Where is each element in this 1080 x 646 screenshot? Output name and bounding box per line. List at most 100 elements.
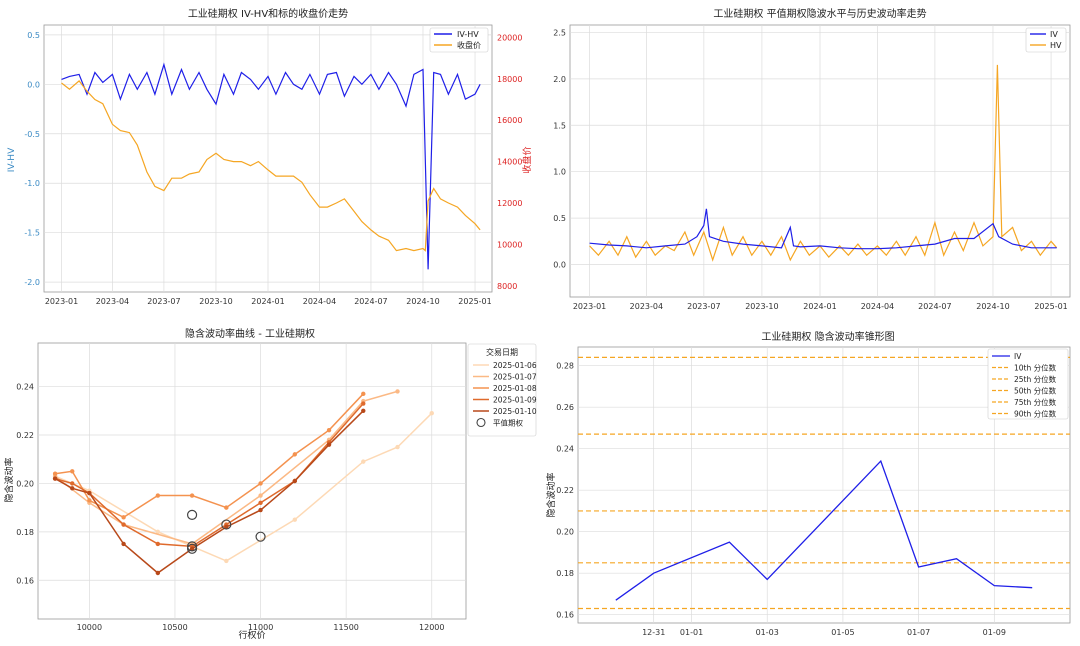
legend-label: 10th 分位数 — [1014, 363, 1057, 373]
legend-label: 50th 分位数 — [1014, 386, 1057, 396]
chart-iv-cone: 工业硅期权 隐含波动率锥形图 12-31 01-01 01-03 01-05 01-07… — [545, 330, 1071, 637]
y-tick-label: 0.20 — [16, 479, 34, 488]
legend-label: 90th 分位数 — [1014, 409, 1057, 419]
legend-label-iv: IV — [1050, 30, 1058, 39]
legend: IV 10th 分位数25th 分位数 50th 分位数75th 分位数 90th 分… — [987, 348, 1069, 420]
smile-point — [258, 507, 263, 513]
smile-point — [292, 452, 297, 457]
legend-label: 平值期权 — [493, 418, 523, 428]
legend-label-hv: HV — [1050, 41, 1062, 50]
legend-label: 75th 分位数 — [1014, 397, 1057, 407]
y-tick-label: -1.0 — [24, 179, 40, 188]
x-tick-label: 12-31 — [642, 628, 665, 637]
legend: IV HV — [1025, 27, 1067, 53]
y2-tick-label: 20000 — [497, 33, 522, 42]
x-tick-label: 2023-10 — [199, 297, 232, 306]
y-tick-label: 0.22 — [16, 431, 34, 440]
x-tick-label: 2024-10 — [406, 297, 439, 306]
smile-point — [155, 541, 161, 547]
smile-point — [121, 515, 126, 520]
grid-group — [38, 343, 466, 619]
x-tick-label: 01-09 — [983, 628, 1006, 637]
y-axis-label: 隐含波动率 — [545, 472, 557, 517]
y-tick-label: 0.0 — [553, 261, 566, 270]
smile-point — [189, 493, 195, 498]
legend-label: 25th 分位数 — [1014, 374, 1057, 384]
x-tick-label: 2023-04 — [96, 297, 129, 306]
x-tick-label: 2024-01 — [803, 302, 836, 311]
y-tick-label: 0.24 — [556, 445, 574, 454]
x-ticks: 12-31 01-01 01-03 01-05 01-07 01-09 — [642, 628, 1006, 637]
y-axis-label: IV-HV — [7, 147, 17, 172]
smile-point — [395, 389, 400, 394]
y2-tick-label: 18000 — [497, 75, 522, 84]
y-ticks: 0.16 0.18 0.20 0.22 0.24 0.26 0.28 — [556, 362, 574, 620]
x-tick-label: 2024-04 — [303, 297, 336, 306]
legend: 交易日期 2025-01-06 2025-01-07 2025-01-08 2025-… — [467, 343, 537, 437]
smile-point — [361, 401, 366, 406]
y-tick-label: 1.0 — [553, 168, 566, 177]
y-tick-label: 0.5 — [553, 214, 566, 223]
series-group — [52, 389, 434, 576]
series-line-price — [61, 80, 481, 252]
x-tick-label: 2023-07 — [687, 302, 720, 311]
smile-point — [326, 427, 332, 433]
y-tick-label: 0.28 — [556, 362, 574, 371]
plot-frame — [37, 342, 467, 620]
y-axis-label: 隐含波动率 — [3, 457, 15, 502]
smile-point — [70, 481, 75, 486]
y-ticks-right: 20000 18000 16000 14000 12000 10000 8000 — [497, 33, 522, 290]
y-tick-label: -0.5 — [24, 130, 40, 139]
y-tick-label: 2.0 — [553, 75, 566, 84]
legend-label: 2025-01-06 — [493, 361, 537, 370]
y-ticks: 0.16 0.18 0.20 0.22 0.24 — [16, 383, 34, 586]
y-tick-label: 1.5 — [553, 121, 566, 130]
y-tick-label: 0.5 — [27, 31, 40, 40]
x-tick-label: 01-05 — [831, 628, 854, 637]
smile-point — [395, 444, 400, 450]
smile-point — [224, 505, 229, 510]
x-tick-label: 2023-07 — [147, 297, 180, 306]
smile-point — [292, 478, 297, 484]
y-tick-label: 0.26 — [556, 403, 574, 412]
y-tick-label: 0.16 — [16, 576, 34, 585]
x-tick-label: 2023-01 — [573, 302, 606, 311]
y-tick-label: -1.5 — [24, 229, 40, 238]
smile-line — [54, 403, 364, 548]
y2-axis-label: 收盘价 — [521, 146, 533, 173]
smile-point — [429, 411, 434, 416]
y2-tick-label: 16000 — [497, 116, 522, 125]
y2-tick-label: 10000 — [497, 240, 522, 249]
smile-point — [326, 442, 332, 447]
x-tick-label: 2023-01 — [45, 297, 78, 306]
smile-point — [361, 391, 366, 397]
smile-point — [224, 558, 229, 564]
legend-label: 2025-01-10 — [493, 407, 537, 416]
y2-tick-label: 8000 — [497, 282, 517, 291]
smile-point — [52, 476, 58, 481]
legend-label: 2025-01-07 — [493, 373, 537, 382]
legend-label: 2025-01-09 — [493, 396, 537, 405]
series-line-hv — [589, 64, 1058, 262]
y2-tick-label: 12000 — [497, 199, 522, 208]
series-group — [61, 62, 481, 270]
x-tick-label: 12000 — [419, 623, 444, 632]
smile-point — [52, 471, 58, 476]
x-tick-label: 01-01 — [680, 628, 703, 637]
x-tick-label: 10000 — [77, 623, 102, 632]
legend-label: 2025-01-08 — [493, 384, 537, 393]
y-tick-label: 0.16 — [556, 611, 574, 620]
series-line-iv — [615, 459, 1033, 601]
smile-point — [292, 517, 297, 522]
smile-point — [155, 493, 161, 498]
x-tick-label: 10500 — [162, 623, 187, 632]
y-ticks-left: 0.5 0.0 -0.5 -1.0 -1.5 -2.0 — [24, 31, 40, 287]
chart-iv-smile: 隐含波动率曲线 - 工业硅期权 10000 10500 11000 11500 1200… — [3, 327, 537, 641]
y-tick-label: 0.0 — [27, 80, 40, 89]
chart-title: 工业硅期权 隐含波动率锥形图 — [761, 330, 894, 343]
y-tick-label: 0.24 — [16, 383, 34, 392]
x-tick-label: 2024-07 — [354, 297, 387, 306]
x-tick-label: 01-03 — [756, 628, 779, 637]
atm-marker — [186, 509, 198, 520]
y-tick-label: -2.0 — [24, 278, 40, 287]
